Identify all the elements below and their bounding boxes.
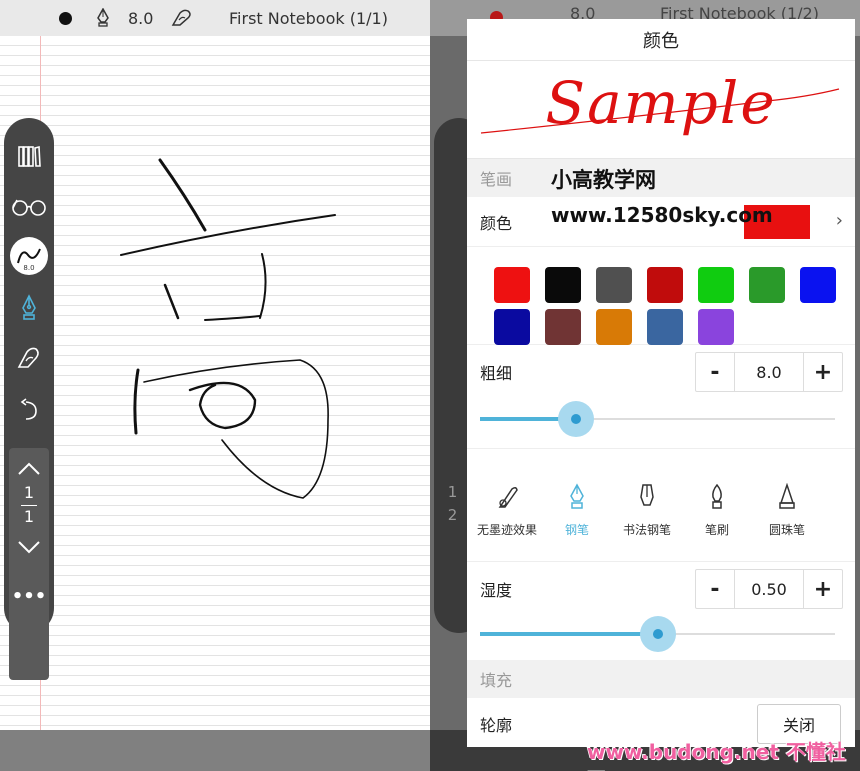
site-watermark-url: www.12580sky.com xyxy=(551,203,773,227)
total-pages: 2 xyxy=(447,506,458,524)
chevron-down-icon[interactable] xyxy=(9,532,49,562)
color-swatch[interactable] xyxy=(545,267,581,303)
color-swatch[interactable] xyxy=(647,309,683,345)
color-swatch[interactable] xyxy=(494,267,530,303)
tool-panel: 8.0 1 1 ••• xyxy=(4,118,54,680)
wetness-minus-button[interactable]: - xyxy=(696,570,734,608)
slider-fill xyxy=(480,632,658,636)
fill-section-header: 填充 xyxy=(467,660,855,698)
ballpoint-pen-icon xyxy=(749,482,825,515)
more-icon[interactable]: ••• xyxy=(4,576,54,616)
pen-type-option[interactable]: 笔刷 xyxy=(679,483,755,538)
pen-type-label: 钢笔 xyxy=(564,523,589,537)
thickness-slider-row xyxy=(467,399,855,449)
glasses-icon[interactable] xyxy=(4,186,54,226)
pen-settings-dialog: 颜色 Sample 笔画 颜色 › 粗细 - 8.0 + 无墨迹效果 钢笔 书法… xyxy=(467,19,855,747)
pen-type-option[interactable]: 无墨迹效果 xyxy=(469,483,545,538)
color-swatch[interactable] xyxy=(596,267,632,303)
current-page: 1 xyxy=(447,483,458,501)
calligraphy-pen-icon xyxy=(609,483,685,515)
slider-thumb[interactable] xyxy=(557,401,594,437)
undo-icon[interactable] xyxy=(4,390,54,430)
thickness-value[interactable]: 8.0 xyxy=(734,353,804,391)
color-palette xyxy=(467,247,855,345)
fountain-pen-icon xyxy=(539,483,615,515)
wetness-value[interactable]: 0.50 xyxy=(734,570,804,608)
wetness-row: 湿度 - 0.50 + xyxy=(467,562,855,616)
pen-size-badge: 8.0 xyxy=(23,264,35,272)
color-swatch[interactable] xyxy=(698,309,734,345)
right-screen: 8.0 First Notebook (1/2) 1 2 颜色 Sample 笔… xyxy=(430,0,860,771)
thickness-row: 粗细 - 8.0 + xyxy=(467,345,855,399)
chevron-right-icon[interactable]: › xyxy=(836,210,843,231)
page-navigator: 1 1 xyxy=(9,448,49,680)
sample-flourish xyxy=(480,88,840,134)
wetness-stepper: - 0.50 + xyxy=(695,569,843,609)
thickness-stepper: - 8.0 + xyxy=(695,352,843,392)
eraser-tool-icon[interactable] xyxy=(4,338,54,378)
stroke-sample-preview: Sample xyxy=(467,61,855,159)
pen-type-label: 笔刷 xyxy=(704,523,729,537)
current-page: 1 xyxy=(23,483,35,502)
wetness-slider[interactable] xyxy=(480,616,835,652)
pen-type-label: 无墨迹效果 xyxy=(476,523,537,537)
pen-type-option[interactable]: 书法钢笔 xyxy=(609,483,685,538)
outline-label: 轮廓 xyxy=(480,716,513,735)
brush-icon xyxy=(679,483,755,515)
color-swatch[interactable] xyxy=(596,309,632,345)
fountain-pen-icon[interactable] xyxy=(4,288,54,328)
thickness-plus-button[interactable]: + xyxy=(804,353,842,391)
dialog-title: 颜色 xyxy=(467,19,855,61)
slider-thumb[interactable] xyxy=(639,616,676,652)
pen-size-button[interactable]: 8.0 xyxy=(4,236,54,276)
thickness-minus-button[interactable]: - xyxy=(696,353,734,391)
wetness-section: 湿度 - 0.50 + xyxy=(467,561,855,652)
handwritten-stroke xyxy=(120,158,336,499)
pen-type-label: 圆珠笔 xyxy=(768,523,805,537)
bottom-bar xyxy=(0,730,430,771)
chevron-up-icon[interactable] xyxy=(9,454,49,484)
footer-watermark: www.budong.net 不懂社区 xyxy=(587,740,846,771)
thickness-label: 粗细 xyxy=(480,364,513,383)
feather-pen-icon xyxy=(469,483,545,515)
stroke-section-header: 笔画 xyxy=(467,159,855,197)
left-screen: 8.0 First Notebook (1/1) 8.0 1 1 ••• xyxy=(0,0,430,771)
color-swatch[interactable] xyxy=(647,267,683,303)
color-swatch[interactable] xyxy=(545,309,581,345)
thickness-slider[interactable] xyxy=(480,401,835,437)
pen-type-option[interactable]: 钢笔 xyxy=(539,483,615,538)
color-swatch[interactable] xyxy=(698,267,734,303)
pen-type-option[interactable]: 圆珠笔 xyxy=(749,482,825,538)
page-divider xyxy=(21,505,37,506)
color-swatch[interactable] xyxy=(749,267,785,303)
wetness-plus-button[interactable]: + xyxy=(804,570,842,608)
site-watermark-name: 小高教学网 xyxy=(551,168,656,192)
total-pages: 1 xyxy=(23,507,35,526)
color-swatch[interactable] xyxy=(494,309,530,345)
color-label: 颜色 xyxy=(480,213,513,233)
wetness-label: 湿度 xyxy=(480,581,513,600)
color-swatch[interactable] xyxy=(800,267,836,303)
library-icon[interactable] xyxy=(4,136,54,176)
pen-type-selector: 无墨迹效果 钢笔 书法钢笔 笔刷 圆珠笔 xyxy=(467,482,855,563)
pen-type-label: 书法钢笔 xyxy=(622,523,671,537)
